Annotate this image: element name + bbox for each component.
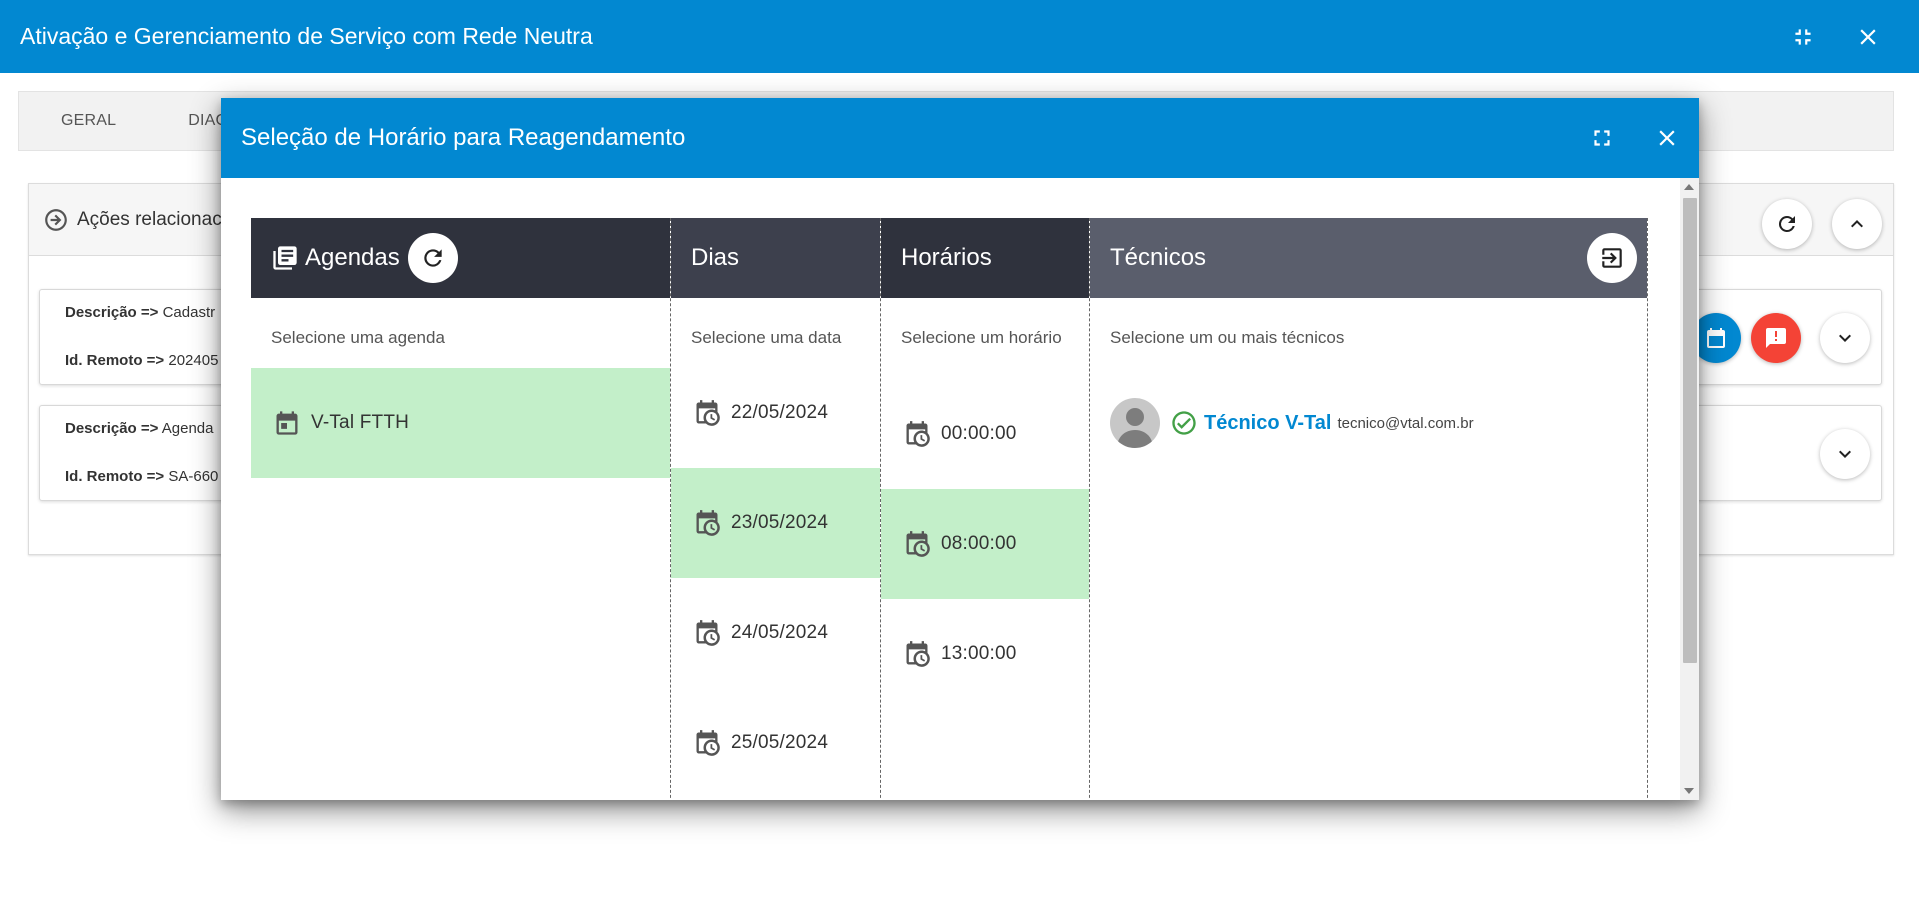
dias-title: Dias (691, 244, 740, 271)
dialog-header: Seleção de Horário para Reagendamento (221, 98, 1699, 178)
agenda-item-label: V-Tal FTTH (311, 412, 410, 433)
close-icon (1860, 29, 1876, 45)
card-remote-id-label: Id. Remoto => (65, 468, 165, 485)
calendar-clock-icon (693, 509, 721, 537)
technician-name: Técnico V-Tal (1204, 411, 1332, 434)
scroll-thumb[interactable] (1683, 198, 1697, 663)
card-expand-button[interactable] (1820, 429, 1870, 479)
tab-geral[interactable]: GERAL (19, 112, 116, 130)
card-description-value: Agenda (161, 420, 214, 437)
horarios-header: Horários (881, 218, 1089, 298)
actions-refresh-button[interactable] (1762, 199, 1812, 249)
scroll-up-arrow[interactable] (1684, 184, 1694, 190)
alert-icon (1766, 328, 1786, 348)
calendar-clock-icon (693, 729, 721, 757)
close-icon (1659, 130, 1675, 146)
card-expand-button[interactable] (1820, 313, 1870, 363)
minimize-icon (1795, 29, 1811, 45)
tecnicos-header: Técnicos (1090, 218, 1647, 298)
dialog-close-button[interactable] (1647, 118, 1687, 158)
fullscreen-icon (1594, 130, 1610, 146)
dialog-title: Seleção de Horário para Reagendamento (241, 124, 686, 151)
card-remote-id-label: Id. Remoto => (65, 352, 165, 369)
refresh-icon (424, 249, 442, 267)
card-alert-button[interactable] (1751, 313, 1801, 363)
date-item[interactable]: 24/05/2024 (671, 578, 880, 688)
arrow-circle-right-icon (45, 208, 67, 231)
card-remote-id: Id. Remoto => 202405 (65, 352, 218, 369)
time-item[interactable]: 08:00:00 (881, 489, 1089, 599)
calendar-clock-icon (903, 530, 931, 558)
agenda-item[interactable]: V-Tal FTTH (251, 368, 670, 478)
card-description-label: Descrição => (65, 304, 159, 321)
actions-collapse-button[interactable] (1832, 199, 1882, 249)
tecnicos-hint: Selecione um ou mais técnicos (1110, 328, 1345, 347)
chevron-down-icon (1839, 334, 1851, 342)
horarios-column: Horários Selecione um horário 00:00:00 0… (880, 218, 1089, 800)
library-books-icon (273, 246, 297, 270)
dias-column: Dias Selecione uma data 22/05/2024 23/05… (670, 218, 880, 800)
date-item[interactable]: 25/05/2024 (671, 688, 880, 798)
agendas-hint: Selecione uma agenda (271, 328, 445, 347)
agendas-refresh-button[interactable] (407, 233, 458, 283)
card-remote-id: Id. Remoto => SA-660 (65, 468, 218, 485)
reschedule-dialog: Seleção de Horário para Reagendamento Ag… (221, 98, 1699, 800)
time-item-label: 13:00:00 (941, 643, 1017, 664)
calendar-icon (273, 409, 301, 437)
card-description-value: Cadastr (162, 304, 216, 321)
refresh-icon (1778, 215, 1795, 232)
agendas-column: Agendas Selecione uma agenda V-Tal FTTH (251, 218, 670, 800)
app-title: Ativação e Gerenciamento de Serviço com … (20, 23, 593, 49)
tecnicos-column: Técnicos Selecione um ou mais técnicos T… (1089, 218, 1648, 800)
card-description: Descrição => Cadastr (65, 304, 215, 321)
date-item-label: 23/05/2024 (731, 512, 829, 533)
time-item[interactable]: 00:00:00 (881, 379, 1089, 489)
horarios-title: Horários (901, 244, 992, 271)
card-remote-id-value: SA-660 (168, 468, 219, 485)
avatar (1110, 398, 1160, 448)
app-header: Ativação e Gerenciamento de Serviço com … (0, 0, 1919, 73)
calendar-clock-icon (693, 399, 721, 427)
calendar-clock-icon (903, 640, 931, 668)
dias-hint: Selecione uma data (691, 328, 842, 347)
dialog-scrollbar[interactable] (1680, 178, 1699, 800)
technician-email: tecnico@vtal.com.br (1337, 414, 1474, 432)
dias-header: Dias (671, 218, 880, 298)
chevron-up-icon (1851, 220, 1863, 228)
calendar-icon (1707, 328, 1725, 348)
calendar-clock-icon (903, 420, 931, 448)
date-item-label: 22/05/2024 (731, 402, 829, 423)
check-circle-icon (1172, 411, 1196, 435)
date-item-label: 25/05/2024 (731, 732, 829, 753)
schedule-grid: Agendas Selecione uma agenda V-Tal FTTH … (251, 218, 1648, 800)
card-description-label: Descrição => (65, 420, 159, 437)
time-item-label: 08:00:00 (941, 533, 1017, 554)
date-item-label: 24/05/2024 (731, 622, 829, 643)
horarios-hint: Selecione um horário (901, 328, 1062, 347)
time-item[interactable]: 13:00:00 (881, 599, 1089, 709)
technician-item[interactable]: Técnico V-Tal tecnico@vtal.com.br (1110, 398, 1474, 448)
agendas-header: Agendas (251, 218, 670, 298)
actions-panel-title: Ações relacionac (77, 208, 222, 230)
tecnicos-title: Técnicos (1110, 244, 1207, 271)
chevron-down-icon (1839, 450, 1851, 458)
time-item-label: 00:00:00 (941, 423, 1017, 444)
scroll-down-arrow[interactable] (1684, 788, 1694, 794)
date-item[interactable]: 22/05/2024 (671, 358, 880, 468)
minimize-button[interactable] (1783, 17, 1823, 57)
agendas-title: Agendas (305, 244, 400, 271)
card-remote-id-value: 202405 (168, 352, 219, 369)
calendar-clock-icon (693, 619, 721, 647)
date-item[interactable]: 23/05/2024 (671, 468, 880, 578)
app-close-button[interactable] (1848, 17, 1888, 57)
dialog-fullscreen-button[interactable] (1582, 118, 1622, 158)
exit-to-app-icon (1602, 248, 1622, 268)
tecnicos-exit-button[interactable] (1587, 233, 1637, 283)
card-description: Descrição => Agenda (65, 420, 213, 437)
